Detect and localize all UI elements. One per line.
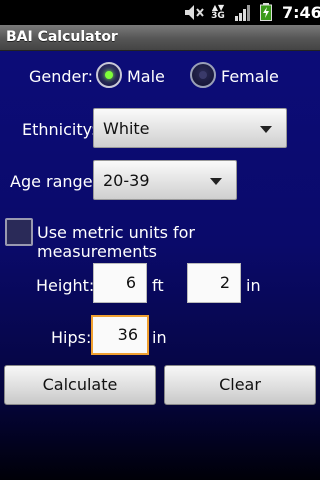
- height-label: Height:: [36, 276, 95, 295]
- app-title: BAI Calculator: [6, 29, 118, 45]
- hips-unit-label: in: [152, 328, 167, 347]
- female-label[interactable]: Female: [221, 67, 279, 86]
- age-range-value: 20-39: [103, 171, 150, 190]
- gender-label: Gender:: [29, 67, 94, 86]
- title-bar: BAI Calculator: [0, 25, 320, 51]
- dropdown-arrow-icon: [260, 126, 272, 133]
- clear-button[interactable]: Clear: [164, 365, 316, 405]
- ethnicity-label: Ethnicity:: [22, 120, 97, 139]
- male-radio[interactable]: [96, 62, 122, 88]
- metric-units-label[interactable]: Use metric units for measurements: [37, 223, 320, 261]
- height-inches-input[interactable]: 2: [187, 263, 241, 303]
- radio-selected-dot: [105, 71, 113, 79]
- ethnicity-dropdown[interactable]: White: [93, 108, 287, 148]
- 3g-icon: ▲▼ 3G: [211, 3, 225, 21]
- height-feet-input[interactable]: 6: [93, 263, 147, 303]
- network-label: 3G: [211, 11, 225, 21]
- age-range-dropdown[interactable]: 20-39: [93, 160, 237, 200]
- battery-charging-icon: [260, 3, 272, 21]
- ethnicity-value: White: [103, 119, 150, 138]
- hips-label: Hips:: [51, 328, 92, 347]
- mute-icon: [185, 5, 204, 20]
- hips-input[interactable]: 36: [91, 315, 149, 355]
- female-radio[interactable]: [190, 62, 216, 88]
- male-label[interactable]: Male: [127, 67, 165, 86]
- feet-unit-label: ft: [152, 276, 164, 295]
- clock: 7:46: [282, 3, 320, 22]
- signal-icon: [235, 5, 250, 21]
- dropdown-arrow-icon: [210, 178, 222, 185]
- calculator-form: Gender: Male Female Ethnicity: White Age…: [0, 51, 320, 480]
- metric-units-checkbox[interactable]: [5, 218, 33, 246]
- radio-unselected-dot: [199, 71, 207, 79]
- status-bar: ▲▼ 3G 7:46: [0, 0, 320, 25]
- age-range-label: Age range:: [10, 172, 98, 191]
- calculate-button[interactable]: Calculate: [4, 365, 156, 405]
- inches-unit-label: in: [246, 276, 261, 295]
